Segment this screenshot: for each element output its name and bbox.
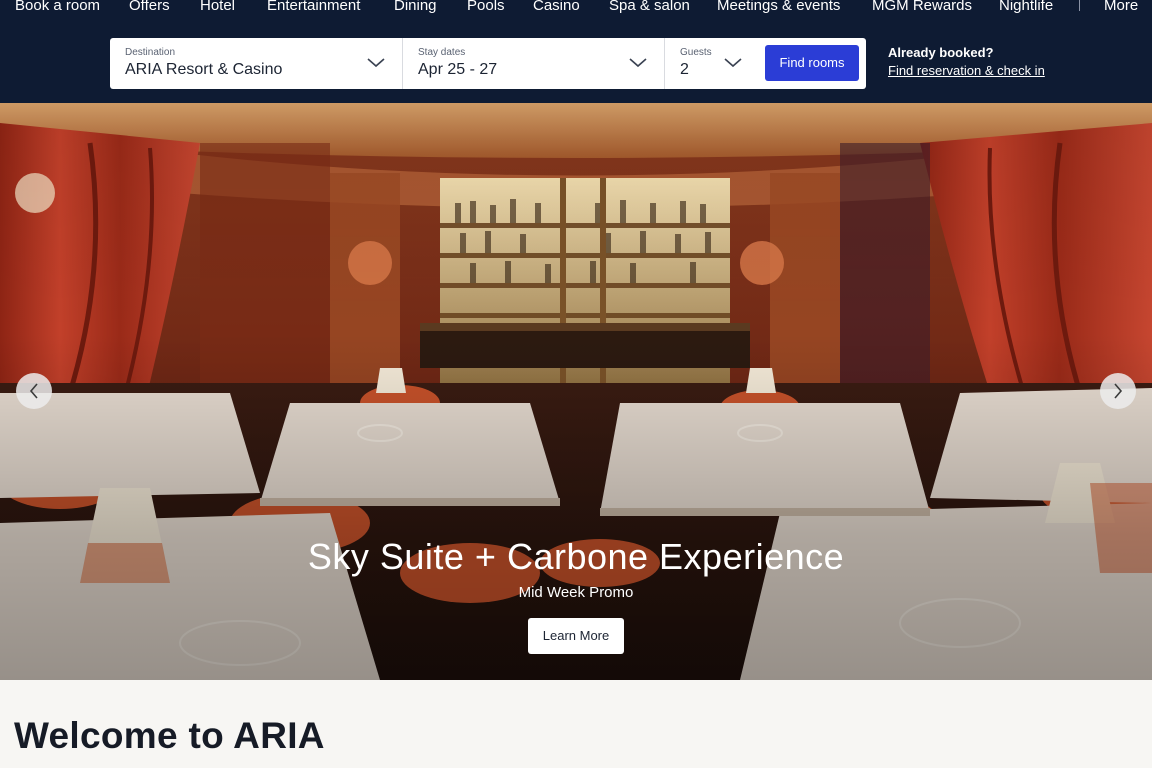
nav-item-casino[interactable]: Casino (533, 0, 580, 18)
nav-item-mgm-rewards[interactable]: MGM Rewards (872, 0, 972, 18)
site-header: Book a room Offers Hotel Entertainment D… (0, 0, 1152, 103)
destination-label: Destination (125, 47, 176, 58)
nav-item-book-a-room[interactable]: Book a room (15, 0, 100, 18)
guests-select[interactable]: Guests 2 (664, 38, 758, 89)
guests-value: 2 (680, 61, 689, 78)
carousel-prev-button[interactable] (16, 373, 52, 409)
stay-dates-label: Stay dates (418, 47, 466, 58)
stay-dates-value: Apr 25 - 27 (418, 61, 498, 78)
chevron-down-icon (629, 58, 647, 68)
chevron-down-icon (367, 58, 385, 68)
find-reservation-link[interactable]: Find reservation & check in (888, 63, 1045, 79)
nav-item-nightlife[interactable]: Nightlife (999, 0, 1053, 18)
nav-item-hotel[interactable]: Hotel (200, 0, 235, 18)
learn-more-button[interactable]: Learn More (528, 618, 624, 654)
hero-carousel: Sky Suite + Carbone Experience Mid Week … (0, 103, 1152, 680)
chevron-right-icon (1114, 383, 1123, 399)
nav-item-pools[interactable]: Pools (467, 0, 505, 18)
chevron-left-icon (29, 383, 38, 399)
guests-label: Guests (680, 47, 712, 58)
hero-subtitle: Mid Week Promo (518, 584, 634, 601)
carousel-next-button[interactable] (1100, 373, 1136, 409)
hero-title: Sky Suite + Carbone Experience (307, 536, 845, 577)
stay-dates-select[interactable]: Stay dates Apr 25 - 27 (402, 38, 664, 89)
nav-item-dining[interactable]: Dining (394, 0, 437, 18)
welcome-heading: Welcome to ARIA (14, 715, 325, 756)
nav-item-entertainment[interactable]: Entertainment (267, 0, 360, 18)
chevron-down-icon (724, 58, 742, 68)
nav-item-spa-salon[interactable]: Spa & salon (609, 0, 690, 18)
nav-item-meetings-events[interactable]: Meetings & events (717, 0, 840, 18)
main-nav: Book a room Offers Hotel Entertainment D… (0, 0, 1152, 18)
nav-item-more[interactable]: More (1104, 0, 1138, 18)
already-booked-text: Already booked? (888, 45, 994, 60)
destination-value: ARIA Resort & Casino (125, 61, 283, 78)
destination-select[interactable]: Destination ARIA Resort & Casino (110, 38, 402, 89)
nav-divider (1079, 0, 1080, 11)
booking-bar: Destination ARIA Resort & Casino Stay da… (110, 38, 866, 89)
nav-item-offers[interactable]: Offers (129, 0, 170, 18)
find-rooms-button[interactable]: Find rooms (765, 45, 859, 81)
